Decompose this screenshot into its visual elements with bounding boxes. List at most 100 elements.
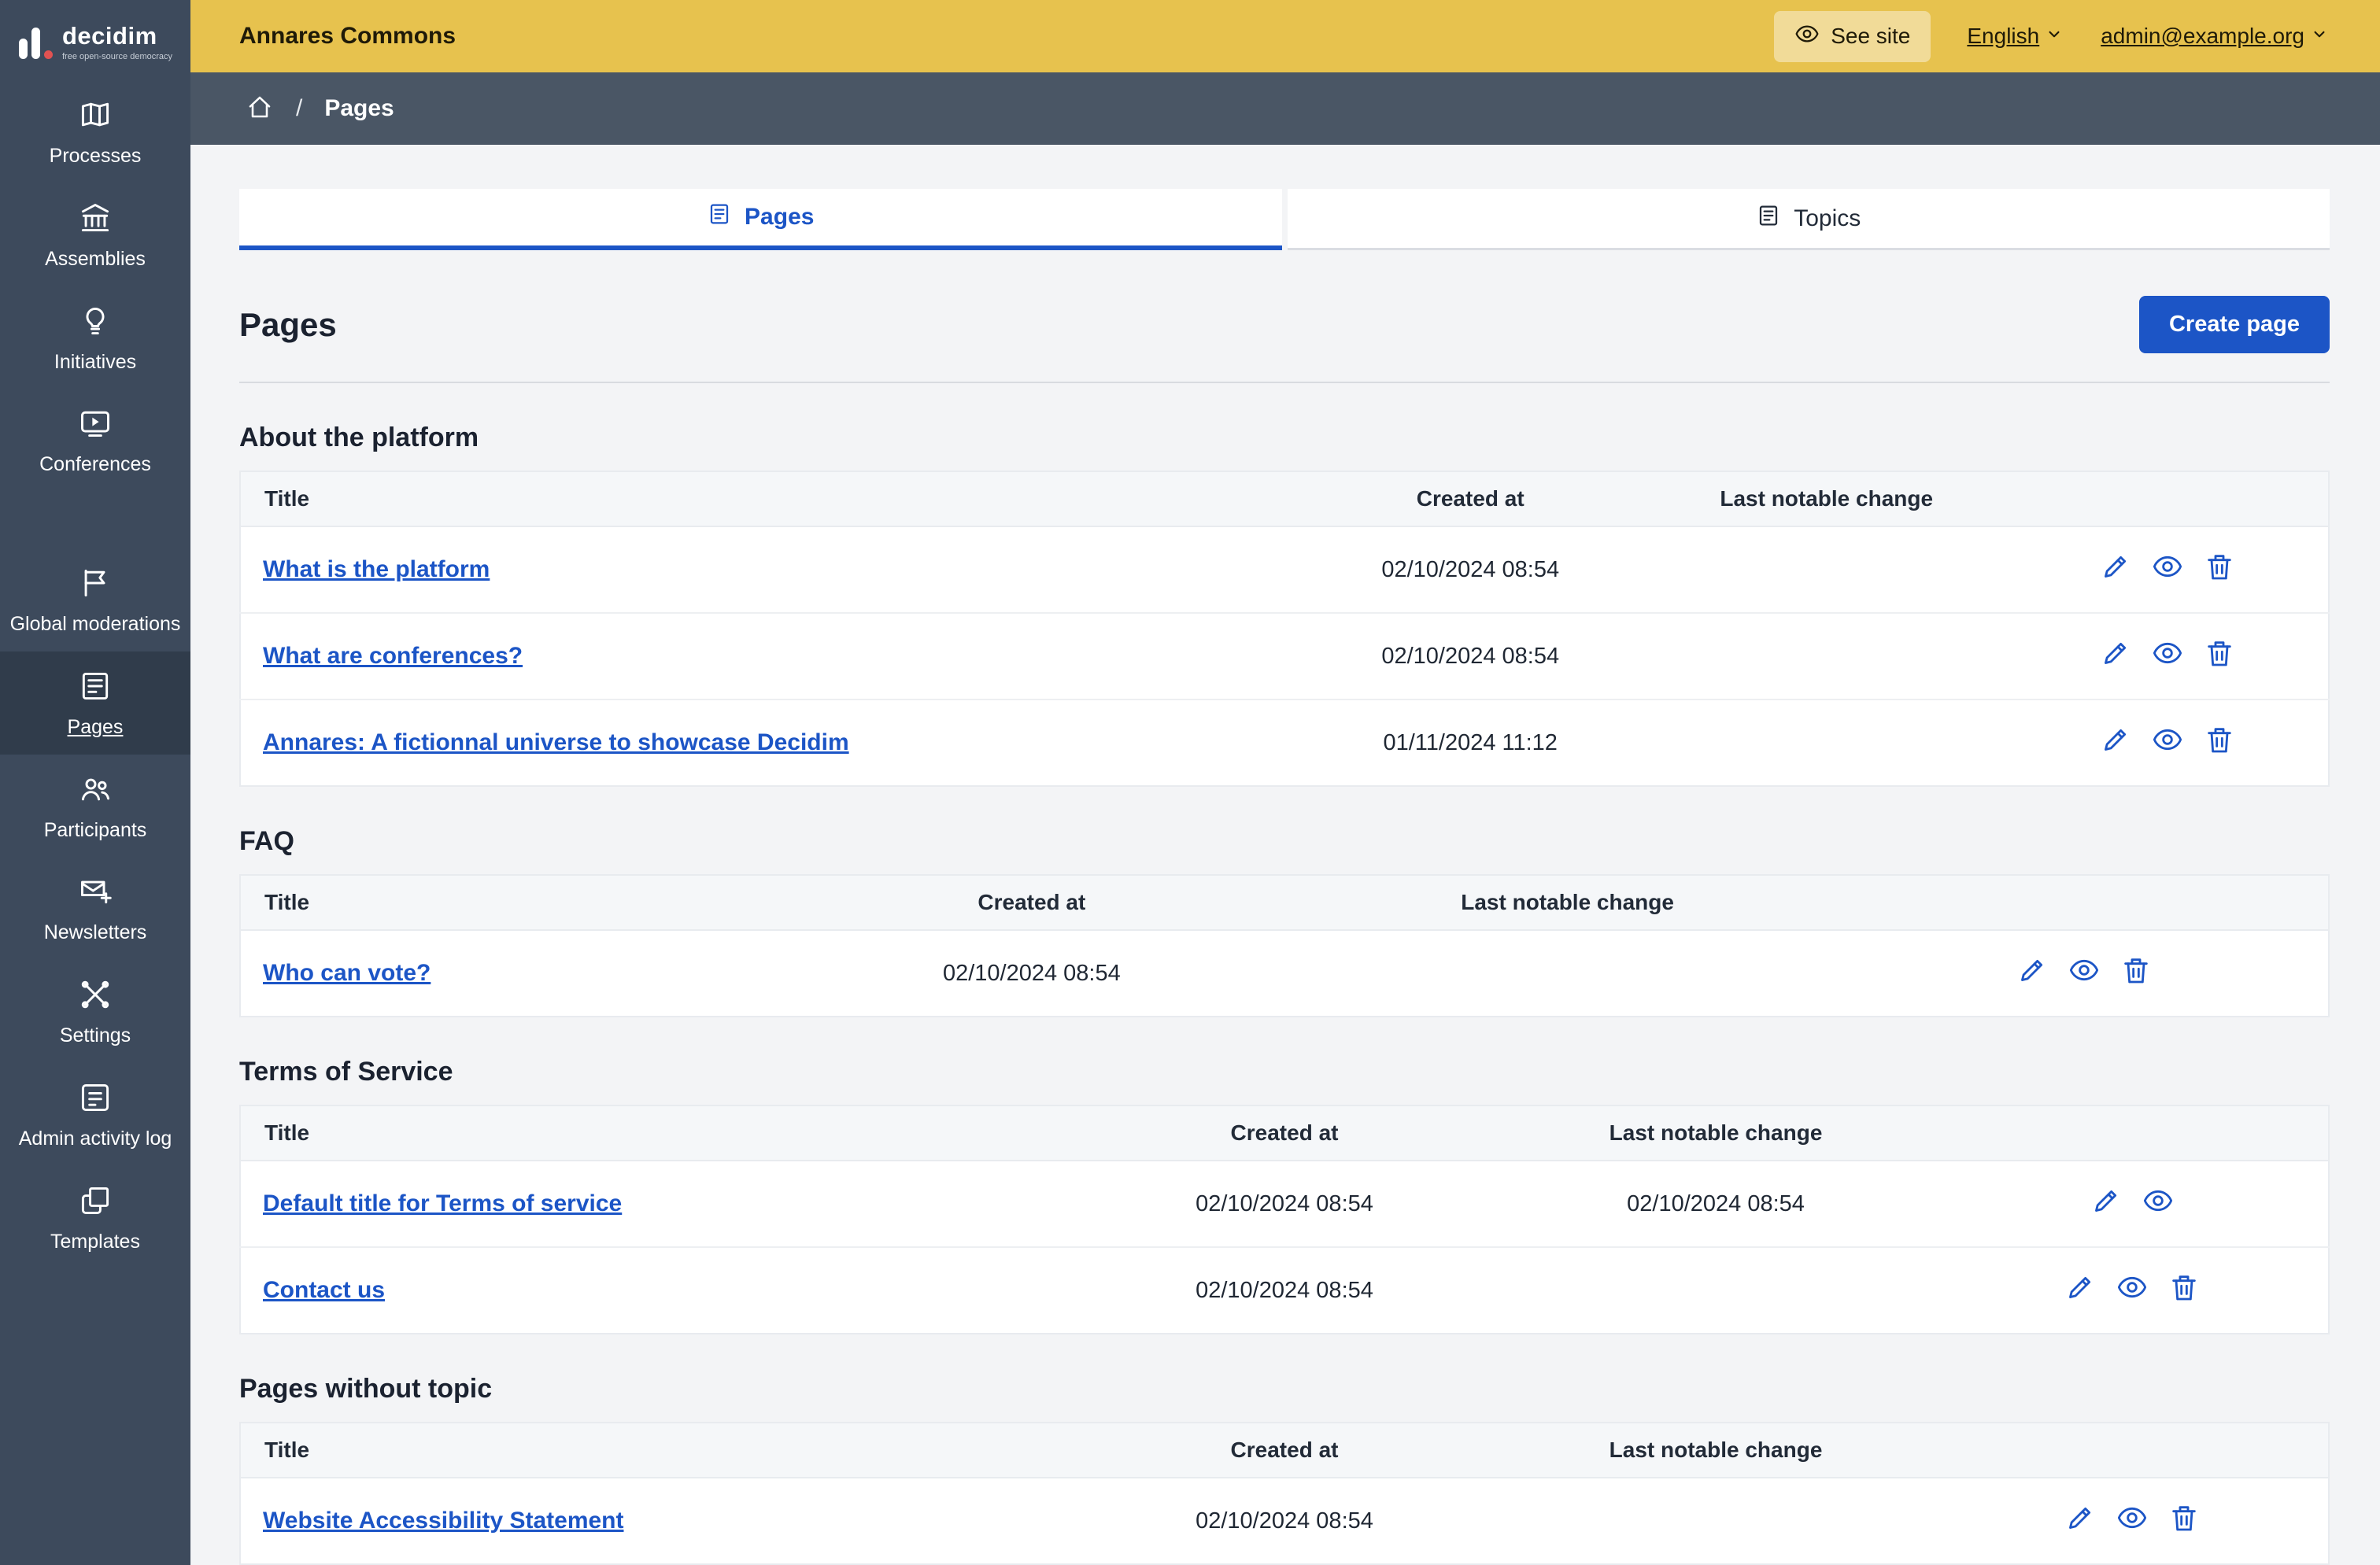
sidebar-item-admin-activity-log[interactable]: Admin activity log [0, 1063, 190, 1166]
eye-icon [2152, 637, 2183, 675]
row-actions [2007, 699, 2329, 786]
table-row: What are conferences? 02/10/2024 08:54 [240, 612, 2329, 699]
chevron-down-icon [2309, 24, 2330, 50]
pencil-icon [2064, 1272, 2096, 1309]
breadcrumb-separator: / [296, 95, 303, 121]
delete-button[interactable] [2168, 1502, 2200, 1540]
col-header-actions [1936, 1105, 2329, 1161]
table-row: Default title for Terms of service 02/10… [240, 1160, 2329, 1247]
edit-button[interactable] [2016, 954, 2048, 992]
section-heading: FAQ [239, 826, 294, 856]
col-header-title: Title [240, 1105, 1074, 1161]
preview-button[interactable] [2068, 954, 2100, 992]
sidebar-item-assemblies[interactable]: Assemblies [0, 183, 190, 286]
pages-section: Pages without topic Title Created at Las… [239, 1374, 2330, 1565]
page-title-link[interactable]: What is the platform [263, 556, 490, 582]
pencil-icon [2100, 551, 2131, 589]
preview-button[interactable] [2152, 724, 2183, 762]
delete-button[interactable] [2168, 1272, 2200, 1309]
decidim-logo[interactable]: decidim free open-source democracy [0, 0, 190, 76]
chevron-down-icon [2044, 24, 2064, 50]
delete-button[interactable] [2204, 724, 2235, 762]
table-row: Annares: A fictionnal universe to showca… [240, 699, 2329, 786]
sidebar-item-processes[interactable]: Processes [0, 80, 190, 183]
team-icon [78, 772, 113, 810]
page-title: Pages [239, 305, 337, 343]
table-row: Website Accessibility Statement 02/10/20… [240, 1477, 2329, 1564]
last-change-cell: 02/10/2024 08:54 [1495, 1160, 1937, 1247]
page-title-link[interactable]: What are conferences? [263, 643, 523, 669]
home-icon[interactable] [246, 93, 274, 125]
edit-button[interactable] [2100, 724, 2131, 762]
delete-button[interactable] [2204, 551, 2235, 589]
sidebar-item-newsletters[interactable]: Newsletters [0, 857, 190, 960]
last-change-cell [1646, 612, 2008, 699]
language-selector[interactable]: English [1967, 24, 2064, 50]
sidebar-item-conferences[interactable]: Conferences [0, 389, 190, 492]
edit-button[interactable] [2100, 637, 2131, 675]
trash-icon [2204, 724, 2235, 762]
pages-table: Title Created at Last notable change Def… [239, 1105, 2330, 1334]
trash-icon [2168, 1502, 2200, 1540]
sidebar-item-global-moderations[interactable]: Global moderations [0, 548, 190, 651]
row-actions [1936, 1477, 2329, 1564]
tab-pages[interactable]: Pages [239, 189, 1282, 250]
admin-app: decidim free open-source democracy Proce… [0, 0, 2380, 1565]
preview-button[interactable] [2116, 1502, 2148, 1540]
mail-add-icon [78, 874, 113, 913]
pages-table: Title Created at Last notable change Who… [239, 874, 2330, 1017]
create-page-button[interactable]: Create page [2138, 296, 2330, 353]
page-sections: About the platform Title Created at Last… [239, 423, 2330, 1565]
created-at-cell: 02/10/2024 08:54 [1073, 1160, 1496, 1247]
table-row: Contact us 02/10/2024 08:54 [240, 1246, 2329, 1334]
sidebar-item-pages[interactable]: Pages [0, 651, 190, 755]
activity-log-icon [78, 1080, 113, 1119]
page-title-link[interactable]: Default title for Terms of service [263, 1190, 622, 1216]
pages-tab-icon [707, 201, 732, 233]
delete-button[interactable] [2120, 954, 2152, 992]
tools-icon [78, 977, 113, 1016]
admin-sidebar: decidim free open-source democracy Proce… [0, 0, 190, 1565]
breadcrumb-current: Pages [324, 95, 394, 121]
account-menu[interactable]: admin@example.org [2101, 24, 2330, 50]
created-at-cell: 02/10/2024 08:54 [1295, 612, 1646, 699]
col-header-actions [2007, 471, 2329, 527]
preview-button[interactable] [2116, 1272, 2148, 1309]
col-header-title: Title [240, 875, 769, 931]
last-change-cell [1295, 929, 1840, 1017]
eye-icon [2116, 1502, 2148, 1540]
delete-button[interactable] [2204, 637, 2235, 675]
logo-tagline: free open-source democracy [62, 52, 173, 61]
col-header-actions [1936, 1423, 2329, 1478]
page-title-link[interactable]: Annares: A fictionnal universe to showca… [263, 729, 849, 755]
row-actions [1839, 929, 2329, 1017]
flag-icon [78, 566, 113, 604]
preview-button[interactable] [2152, 551, 2183, 589]
page-title-link[interactable]: Contact us [263, 1277, 385, 1303]
eye-icon [2152, 724, 2183, 762]
preview-button[interactable] [2142, 1185, 2174, 1223]
government-icon [78, 201, 113, 239]
eye-icon [1794, 21, 1820, 52]
sidebar-item-settings[interactable]: Settings [0, 960, 190, 1063]
sidebar-item-participants[interactable]: Participants [0, 755, 190, 858]
row-actions [2007, 612, 2329, 699]
map-icon [78, 98, 113, 136]
tab-topics[interactable]: Topics [1287, 189, 2330, 250]
logo-wordmark: decidim [62, 22, 157, 50]
page-title-link[interactable]: Who can vote? [263, 960, 431, 986]
sidebar-item-initiatives[interactable]: Initiatives [0, 286, 190, 389]
edit-button[interactable] [2100, 551, 2131, 589]
sidebar-item-templates[interactable]: Templates [0, 1166, 190, 1269]
table-row: What is the platform 02/10/2024 08:54 [240, 526, 2329, 613]
edit-button[interactable] [2090, 1185, 2122, 1223]
preview-button[interactable] [2152, 637, 2183, 675]
pencil-icon [2064, 1502, 2096, 1540]
col-header-last-change: Last notable change [1495, 1423, 1937, 1478]
col-header-actions [1839, 875, 2329, 931]
edit-button[interactable] [2064, 1502, 2096, 1540]
decidim-logo-icon [19, 26, 53, 59]
page-title-link[interactable]: Website Accessibility Statement [263, 1508, 624, 1534]
see-site-button[interactable]: See site [1774, 10, 1931, 62]
edit-button[interactable] [2064, 1272, 2096, 1309]
